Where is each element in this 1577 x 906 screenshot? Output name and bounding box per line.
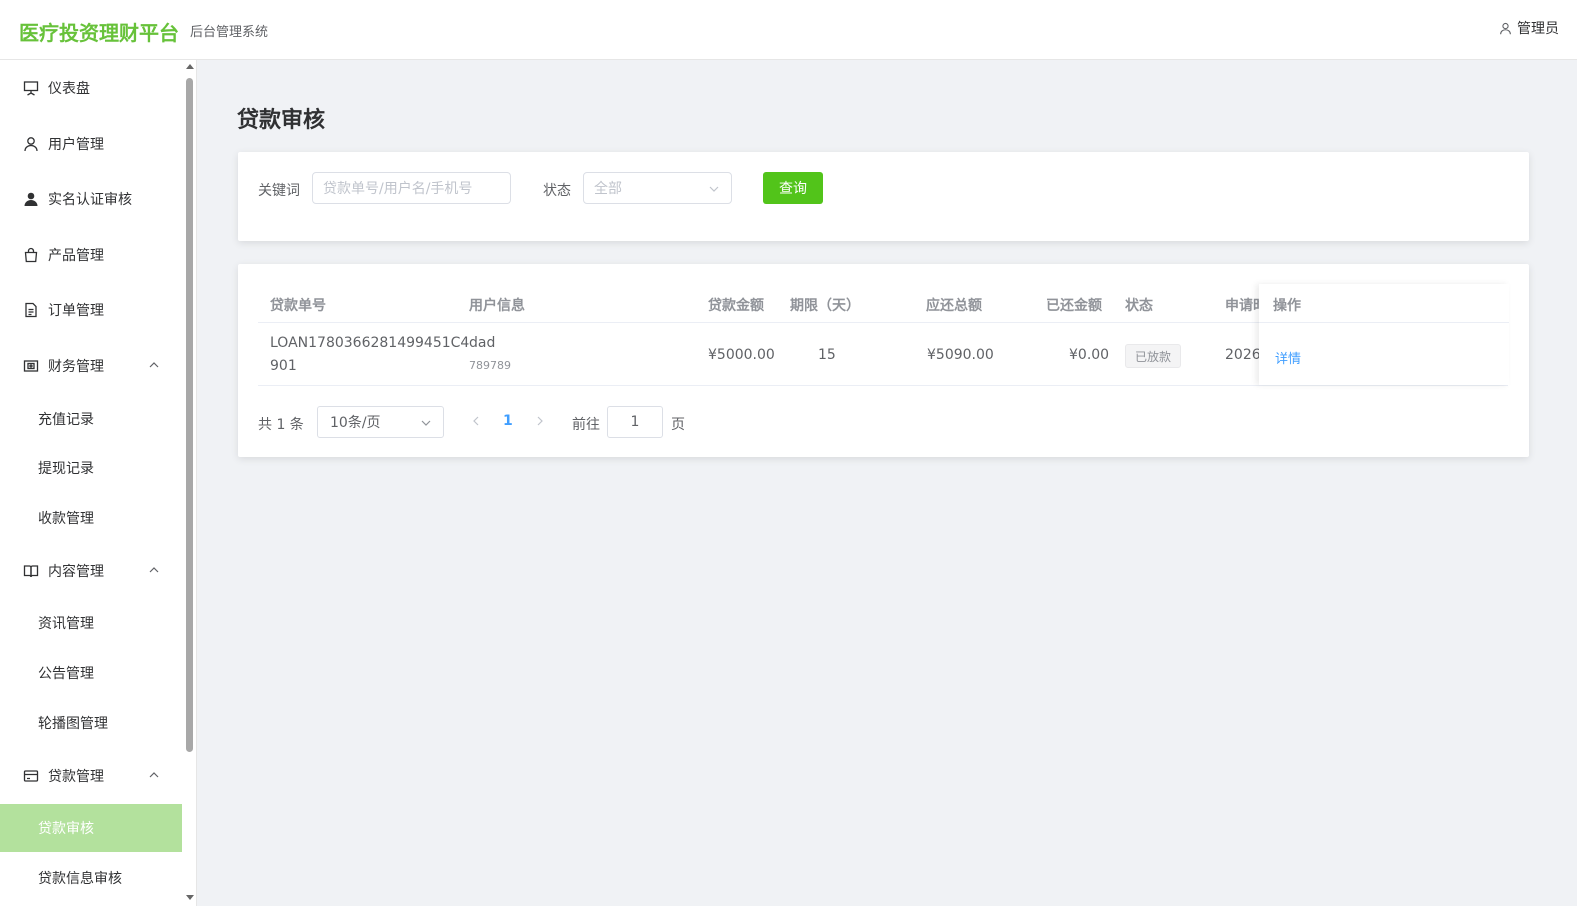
loan-amount: ¥5000.00 [708,347,775,363]
apply-time: 2026- [1225,347,1261,363]
sidebar: 仪表盘 用户管理 实名认证审核 产品管理 订单管理 财务管理 充值记录 提现记录… [0,60,197,906]
credit-card-icon [22,767,40,785]
page-title: 贷款审核 [237,108,326,133]
sidebar-item-label: 产品管理 [48,248,104,264]
app-logo[interactable]: 医疗投资理财平台 [19,17,179,46]
next-page-icon[interactable] [534,414,546,428]
sidebar-item-products[interactable]: 产品管理 [0,231,182,279]
sidebar-item-news[interactable]: 资讯管理 [0,599,182,647]
total-due: ¥5090.00 [927,347,994,363]
fixed-action-column: 操作 详情 [1259,284,1509,385]
column-header-action: 操作 [1273,298,1301,314]
sidebar-item-notice[interactable]: 公告管理 [0,649,182,697]
column-header-repaid: 已还金额 [1046,298,1102,314]
sidebar-item-loan-review[interactable]: 贷款审核 [0,804,182,852]
keyword-placeholder: 贷款单号/用户名/手机号 [323,181,473,197]
user-phone: 789789 [469,359,511,372]
status-label: 状态 [543,183,571,199]
row-divider [258,385,1508,386]
column-header-status: 状态 [1125,298,1153,314]
user-name: dad [469,335,496,351]
sidebar-item-label: 内容管理 [48,564,104,580]
sidebar-item-realname[interactable]: 实名认证审核 [0,175,182,223]
scroll-up-arrow-icon[interactable] [186,64,194,69]
keyword-label: 关键词 [258,183,300,199]
sidebar-item-withdraw[interactable]: 提现记录 [0,444,182,492]
chevron-down-icon [709,186,719,192]
sidebar-item-finance[interactable]: 财务管理 [0,342,182,390]
loan-term: 15 [818,347,836,363]
scroll-thumb[interactable] [186,78,193,752]
detail-link[interactable]: 详情 [1275,348,1301,367]
page-suffix-label: 页 [671,417,685,433]
sidebar-item-label: 用户管理 [48,137,104,153]
user-icon [22,135,40,153]
goto-label: 前往 [572,417,600,433]
header-divider [1259,322,1509,323]
sidebar-item-loan-info-review[interactable]: 贷款信息审核 [0,854,182,902]
sidebar-item-collection[interactable]: 收款管理 [0,494,182,542]
sidebar-item-label: 仪表盘 [48,81,90,97]
sidebar-item-orders[interactable]: 订单管理 [0,286,182,334]
column-header-amount: 贷款金额 [708,298,764,314]
status-badge: 已放款 [1125,344,1181,368]
search-panel: 关键词 贷款单号/用户名/手机号 状态 全部 查询 [238,152,1529,241]
sidebar-item-users[interactable]: 用户管理 [0,120,182,168]
chevron-up-icon [149,362,159,368]
app-subtitle: 后台管理系统 [190,25,269,40]
user-name: 管理员 [1517,21,1559,37]
query-button[interactable]: 查询 [763,172,823,204]
page-number-current[interactable]: 1 [503,413,513,429]
column-header-total-due: 应还总额 [926,298,982,314]
scroll-down-arrow-icon[interactable] [186,895,194,900]
prev-page-icon[interactable] [470,414,482,428]
sidebar-item-recharge[interactable]: 充值记录 [0,395,182,443]
sidebar-scrollbar[interactable] [184,60,196,906]
sidebar-item-dashboard[interactable]: 仪表盘 [0,64,182,112]
loan-no-line2: 901 [270,358,297,374]
column-header-term: 期限（天） [790,298,860,314]
sidebar-item-content[interactable]: 内容管理 [0,547,182,595]
sidebar-item-banner[interactable]: 轮播图管理 [0,699,182,747]
sidebar-item-label: 财务管理 [48,359,104,375]
loan-no-line1: LOAN1780366281499451C4 [270,335,470,351]
pagination-total: 共 1 条 [258,417,304,433]
page-size-select[interactable]: 10条/页 [317,406,444,438]
chevron-down-icon [421,420,431,426]
loan-table-panel: 贷款单号 用户信息 贷款金额 期限（天） 应还总额 已还金额 状态 申请时 LO… [238,264,1529,457]
sidebar-item-loans[interactable]: 贷款管理 [0,752,182,800]
top-header: 医疗投资理财平台 后台管理系统 管理员 [0,0,1577,60]
dashboard-icon [22,79,40,97]
page-size-value: 10条/页 [330,415,381,431]
shopping-bag-icon [22,246,40,264]
chevron-up-icon [149,772,159,778]
status-select[interactable]: 全部 [583,172,732,204]
column-header-user-info: 用户信息 [469,298,525,314]
status-select-value: 全部 [594,181,622,197]
column-header-loan-no: 贷款单号 [270,298,326,314]
book-icon [22,562,40,580]
sidebar-item-label: 订单管理 [48,303,104,319]
user-filled-icon [22,190,40,208]
document-icon [22,301,40,319]
chevron-up-icon [149,567,159,573]
sidebar-item-label: 实名认证审核 [48,192,132,208]
column-header-apply-time: 申请时 [1225,298,1261,314]
keyword-input[interactable]: 贷款单号/用户名/手机号 [312,172,511,204]
goto-page-input[interactable]: 1 [607,406,663,438]
user-icon [1500,22,1511,34]
sidebar-item-label: 贷款管理 [48,769,104,785]
user-menu[interactable]: 管理员 [1499,18,1559,38]
wallet-icon [22,357,40,375]
repaid-amount: ¥0.00 [1069,347,1110,363]
